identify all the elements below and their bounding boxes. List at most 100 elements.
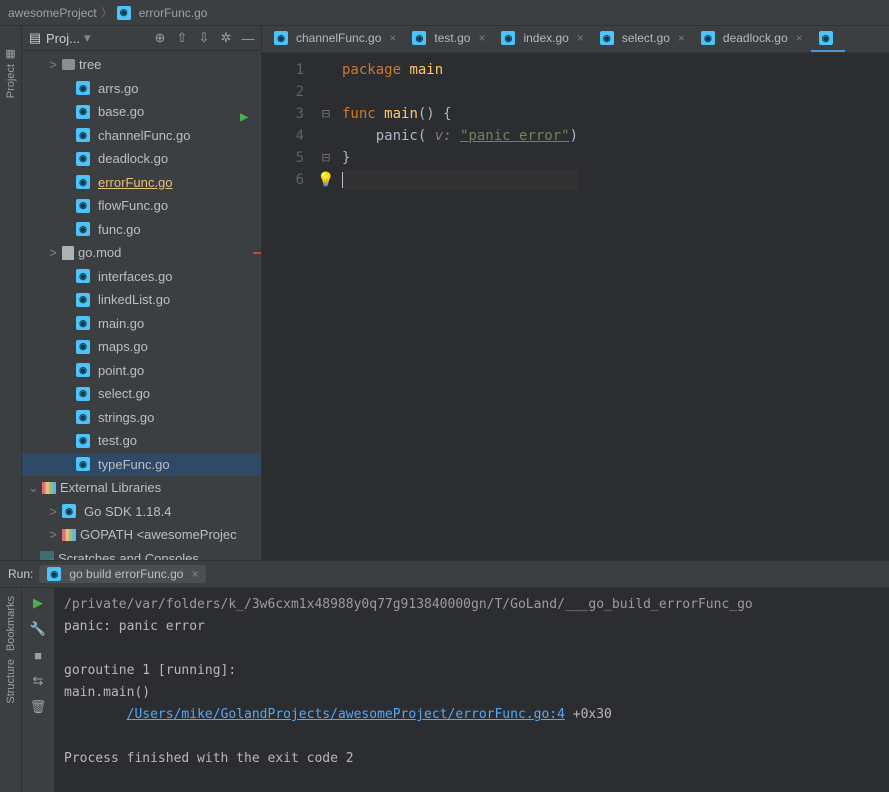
chevron-icon[interactable]: > xyxy=(48,525,58,545)
go-mod-icon xyxy=(62,246,74,260)
close-icon[interactable]: × xyxy=(389,31,396,45)
tree-item-label: typeFunc.go xyxy=(98,455,170,475)
tree-item[interactable]: >◉Go SDK 1.18.4 xyxy=(22,500,261,524)
project-panel-header: ▤ Proj...▾ ⊕ ⇧ ⇩ ✲ — xyxy=(22,26,261,51)
intention-bulb-icon[interactable]: 💡 xyxy=(317,172,334,188)
breadcrumb-project[interactable]: awesomeProject xyxy=(8,6,97,20)
go-file-icon: ◉ xyxy=(274,31,288,45)
fold-gutter: ⊟ ⊟ 💡 xyxy=(314,53,338,560)
editor-tab[interactable]: ◉index.go× xyxy=(493,26,591,52)
tab-label: select.go xyxy=(622,31,670,45)
go-file-icon: ◉ xyxy=(701,31,715,45)
bottom-tool-rail: Bookmarks Structure xyxy=(0,588,22,792)
stop-icon[interactable]: ■ xyxy=(31,648,45,662)
tree-item[interactable]: ◉ typeFunc.go xyxy=(22,453,261,477)
tree-item-label: main.go xyxy=(98,314,144,334)
tree-item-label: linkedList.go xyxy=(98,290,170,310)
wrench-icon[interactable]: 🔧 xyxy=(31,622,45,636)
go-file-icon: ◉ xyxy=(76,387,90,401)
editor-tab-overflow[interactable]: ◉ xyxy=(811,26,845,52)
tree-item[interactable]: >go.mod xyxy=(22,241,261,265)
tree-item[interactable]: ◉test.go xyxy=(22,429,261,453)
structure-tool[interactable]: Structure xyxy=(5,659,17,704)
tree-item[interactable]: ◉select.go xyxy=(22,382,261,406)
tree-item[interactable]: ◉ point.go xyxy=(22,359,261,383)
tree-item[interactable]: ◉channelFunc.go xyxy=(22,124,261,148)
close-icon[interactable]: × xyxy=(678,31,685,45)
go-file-icon: ◉ xyxy=(76,222,90,236)
project-tool-label[interactable]: Project xyxy=(5,64,17,98)
project-tool-icon[interactable]: ▦ xyxy=(4,46,18,60)
go-file-icon: ◉ xyxy=(47,567,61,581)
chevron-icon[interactable]: > xyxy=(48,55,58,75)
code-area[interactable]: package main func main() { panic( v: "pa… xyxy=(338,53,578,560)
tree-item-label: base.go xyxy=(98,102,144,122)
go-file-icon: ◉ xyxy=(76,269,90,283)
tree-item-label: interfaces.go xyxy=(98,267,172,287)
tree-item[interactable]: ◉flowFunc.go xyxy=(22,194,261,218)
tree-item-label: arrs.go xyxy=(98,79,138,99)
tree-item[interactable]: ◉maps.go xyxy=(22,335,261,359)
scratches-icon xyxy=(40,551,54,560)
editor-tabs: ◉channelFunc.go×◉test.go×◉index.go×◉sele… xyxy=(262,26,889,53)
tree-item[interactable]: > tree xyxy=(22,53,261,77)
chevron-icon[interactable]: > xyxy=(48,502,58,522)
run-gutter-icon[interactable]: ▶ xyxy=(240,106,248,128)
chevron-icon[interactable]: ⌄ xyxy=(28,478,38,498)
tree-item-label: point.go xyxy=(98,361,144,381)
project-panel-title[interactable]: ▤ Proj...▾ xyxy=(28,30,91,46)
text-caret xyxy=(342,172,343,188)
tree-item-label: errorFunc.go xyxy=(98,173,172,193)
go-file-icon: ◉ xyxy=(76,199,90,213)
fold-open-icon[interactable]: ⊟ xyxy=(322,106,330,122)
tree-item[interactable]: ◉main.go xyxy=(22,312,261,336)
tree-item[interactable]: ◉func.go xyxy=(22,218,261,242)
tree-item[interactable]: ◉ interfaces.go xyxy=(22,265,261,289)
go-file-icon: ◉ xyxy=(600,31,614,45)
close-icon[interactable]: × xyxy=(796,31,803,45)
tree-item[interactable]: ⌄External Libraries xyxy=(22,476,261,500)
target-icon[interactable]: ⊕ xyxy=(153,31,167,45)
go-file-icon: ◉ xyxy=(412,31,426,45)
go-file-icon: ◉ xyxy=(76,457,90,471)
editor-tab[interactable]: ◉ select.go × xyxy=(592,26,693,52)
close-icon[interactable]: × xyxy=(478,31,485,45)
close-icon[interactable]: × xyxy=(577,31,584,45)
tree-item[interactable]: ◉linkedList.go xyxy=(22,288,261,312)
trash-icon[interactable]: 🗑 xyxy=(31,700,45,714)
stack-trace-link[interactable]: /Users/mike/GolandProjects/awesomeProjec… xyxy=(127,707,565,722)
hide-icon[interactable]: — xyxy=(241,31,255,45)
fold-close-icon[interactable]: ⊟ xyxy=(322,150,330,166)
breadcrumb-file[interactable]: errorFunc.go xyxy=(139,6,208,20)
close-icon[interactable]: × xyxy=(191,567,198,581)
go-file-icon: ◉ xyxy=(117,6,131,20)
tree-item[interactable]: ◉deadlock.go xyxy=(22,147,261,171)
project-panel: ▤ Proj...▾ ⊕ ⇧ ⇩ ✲ — >tree◉arrs.go◉base.… xyxy=(22,26,262,560)
rerun-icon[interactable]: ▶ xyxy=(31,596,45,610)
go-file-icon: ◉ xyxy=(76,363,90,377)
go-file-icon: ◉ xyxy=(76,410,90,424)
editor-tab[interactable]: ◉deadlock.go× xyxy=(693,26,811,52)
bookmarks-tool[interactable]: Bookmarks xyxy=(5,596,17,651)
tree-item[interactable]: Scratches and Consoles xyxy=(22,547,261,561)
gear-icon[interactable]: ✲ xyxy=(219,31,233,45)
tree-item-label: tree xyxy=(79,55,101,75)
go-file-icon: ◉ xyxy=(501,31,515,45)
editor-tab[interactable]: ◉channelFunc.go× xyxy=(266,26,404,52)
layout-icon[interactable]: ⇆ xyxy=(31,674,45,688)
project-tree[interactable]: >tree◉arrs.go◉base.go◉channelFunc.go◉dea… xyxy=(22,51,261,560)
tree-item-label: channelFunc.go xyxy=(98,126,191,146)
editor-tab[interactable]: ◉test.go× xyxy=(404,26,493,52)
run-console[interactable]: /private/var/folders/k_/3w6cxm1x48988y0q… xyxy=(54,588,889,792)
collapse-all-icon[interactable]: ⇩ xyxy=(197,31,211,45)
editor-body[interactable]: 1 2 ▶3 4 5 6 ⊟ ⊟💡 package main func main… xyxy=(262,53,889,560)
tree-item[interactable]: ◉base.go xyxy=(22,100,261,124)
tree-item[interactable]: ◉arrs.go xyxy=(22,77,261,101)
tree-item-label: GOPATH <awesomeProjec xyxy=(80,525,237,545)
tree-item[interactable]: > GOPATH <awesomeProjec xyxy=(22,523,261,547)
expand-all-icon[interactable]: ⇧ xyxy=(175,31,189,45)
chevron-icon[interactable]: > xyxy=(48,243,58,263)
tree-item[interactable]: ◉strings.go xyxy=(22,406,261,430)
run-config-tab[interactable]: ◉ go build errorFunc.go × xyxy=(39,565,206,583)
tree-item[interactable]: ◉errorFunc.go xyxy=(22,171,261,195)
